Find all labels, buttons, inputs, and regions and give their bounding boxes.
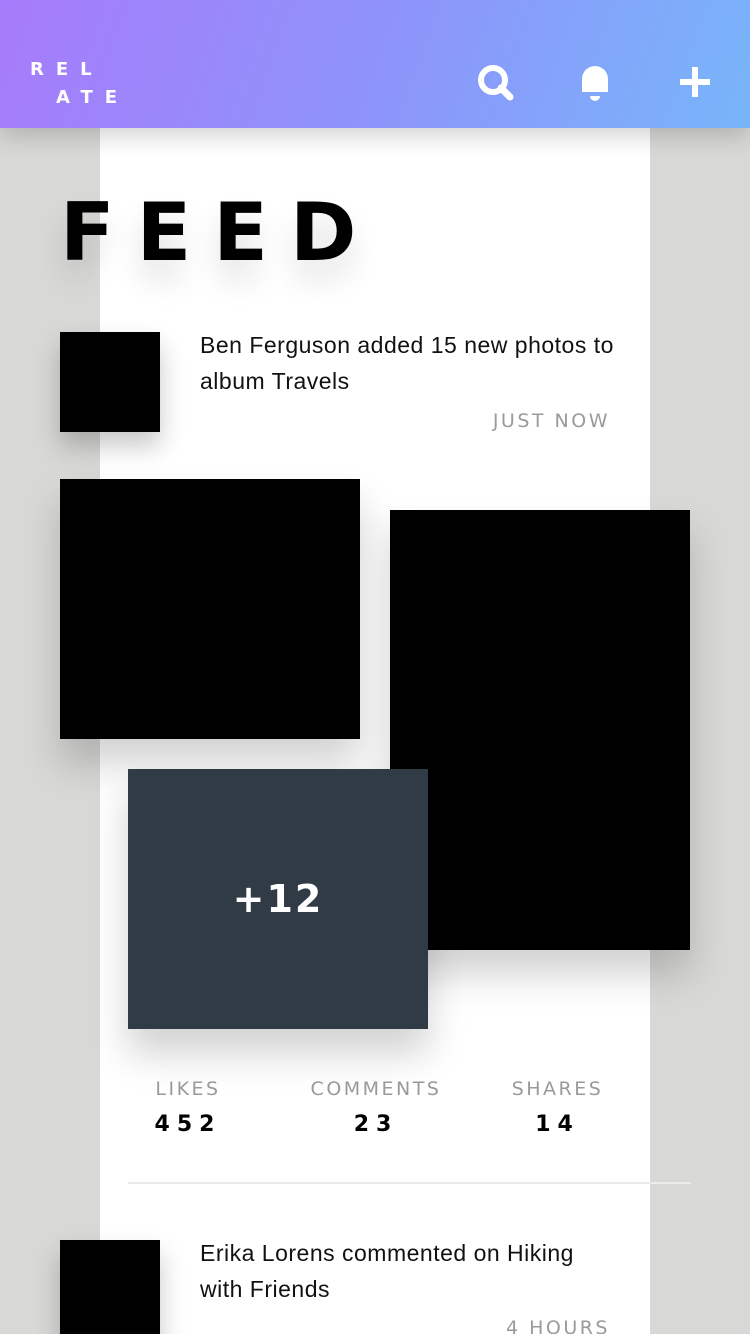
- album-photo[interactable]: [60, 479, 360, 739]
- page-title: FEED: [60, 186, 379, 279]
- post-divider: [128, 1182, 691, 1184]
- bell-icon[interactable]: [575, 62, 615, 102]
- post-timestamp: JUST NOW: [492, 410, 610, 432]
- avatar[interactable]: [60, 332, 160, 432]
- logo-line-1: REL: [30, 59, 104, 80]
- search-icon[interactable]: [475, 62, 515, 102]
- shares-stat[interactable]: SHARES 14: [500, 1078, 615, 1137]
- post-text: Ben Ferguson added 15 new photos to albu…: [200, 332, 614, 394]
- likes-label: LIKES: [155, 1078, 221, 1100]
- app-screen: REL ATE FEED Ben Ferguson added 15 new p…: [0, 0, 750, 1334]
- likes-count: 452: [154, 1112, 222, 1137]
- top-bar: REL ATE: [0, 0, 750, 128]
- likes-stat[interactable]: LIKES 452: [128, 1078, 248, 1137]
- logo-line-2: ATE: [56, 87, 130, 108]
- post-text: Erika Lorens commented on Hiking with Fr…: [200, 1240, 574, 1302]
- shares-count: 14: [535, 1112, 580, 1137]
- comments-count: 23: [353, 1112, 399, 1137]
- comments-label: COMMENTS: [310, 1078, 442, 1100]
- shares-label: SHARES: [511, 1078, 604, 1100]
- avatar[interactable]: [60, 1240, 160, 1334]
- more-photos-tile[interactable]: +12: [128, 769, 428, 1029]
- album-photo[interactable]: [390, 510, 690, 950]
- app-logo[interactable]: REL ATE: [30, 56, 129, 112]
- plus-icon[interactable]: [675, 62, 715, 102]
- post-timestamp: 4 HOURS: [505, 1317, 610, 1334]
- comments-stat[interactable]: COMMENTS 23: [300, 1078, 452, 1137]
